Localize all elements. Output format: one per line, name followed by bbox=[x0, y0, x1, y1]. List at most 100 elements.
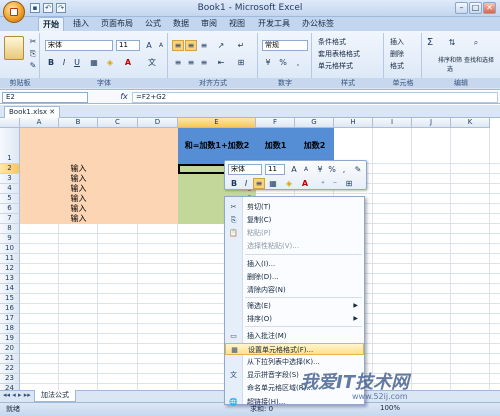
context-menu-item[interactable]: ✂ 剪切(T) bbox=[225, 201, 364, 213]
row-header[interactable]: 16 bbox=[0, 304, 20, 314]
tab-developer[interactable]: 开发工具 bbox=[256, 17, 292, 31]
table-format-button[interactable]: 套用表格格式 bbox=[318, 49, 360, 59]
formula-input[interactable]: =F2+G2 bbox=[132, 92, 498, 103]
align-center-icon[interactable]: ≡ bbox=[185, 57, 197, 68]
row-header[interactable]: 10 bbox=[0, 244, 20, 254]
tab-home[interactable]: 开始 bbox=[38, 17, 64, 31]
conditional-format-button[interactable]: 条件格式 bbox=[318, 37, 346, 47]
context-menu-item[interactable]: ▭ 插入批注(M) bbox=[225, 330, 364, 342]
minimize-button[interactable]: – bbox=[455, 2, 468, 14]
tab-office-tab[interactable]: 办公标签 bbox=[300, 17, 336, 31]
input-cell[interactable]: 输入 bbox=[59, 194, 98, 204]
column-header[interactable]: A bbox=[20, 118, 59, 128]
row-header[interactable]: 1 bbox=[0, 128, 20, 164]
tab-view[interactable]: 视图 bbox=[226, 17, 248, 31]
context-menu-item[interactable]: 从下拉列表中选择(K)... bbox=[225, 356, 364, 368]
context-menu-item[interactable]: ⎘ 复制(C) bbox=[225, 214, 364, 226]
mini-font-color-icon[interactable]: A bbox=[299, 178, 311, 189]
fill-color-icon[interactable]: ◈ bbox=[104, 57, 116, 68]
shrink-font-icon[interactable]: A bbox=[155, 40, 167, 51]
context-menu-item[interactable]: 排序(O) ▶ bbox=[225, 313, 364, 325]
row-header[interactable]: 17 bbox=[0, 314, 20, 324]
context-menu-item[interactable]: 选择性粘贴(V)... bbox=[225, 240, 364, 252]
input-cell[interactable]: 输入 bbox=[59, 174, 98, 184]
close-button[interactable]: ✕ bbox=[483, 2, 496, 14]
office-button[interactable] bbox=[3, 1, 25, 23]
tab-insert[interactable]: 插入 bbox=[70, 17, 92, 31]
format-cells-button[interactable]: 格式 bbox=[390, 61, 404, 71]
column-header[interactable]: K bbox=[451, 118, 490, 128]
find-select-button[interactable]: 查找和选择 bbox=[464, 55, 494, 64]
cell-g1[interactable]: 加数2 bbox=[295, 140, 334, 151]
font-size-select[interactable]: 11 bbox=[116, 40, 140, 51]
column-header[interactable]: H bbox=[334, 118, 373, 128]
maximize-button[interactable]: □ bbox=[469, 2, 482, 14]
row-header[interactable]: 20 bbox=[0, 344, 20, 354]
row-header[interactable]: 12 bbox=[0, 264, 20, 274]
border-icon[interactable]: ▦ bbox=[88, 57, 100, 68]
row-header[interactable]: 9 bbox=[0, 234, 20, 244]
format-painter-icon[interactable]: ✎ bbox=[27, 60, 39, 71]
bold-button[interactable]: B bbox=[45, 57, 57, 68]
row-header[interactable]: 21 bbox=[0, 354, 20, 364]
column-header[interactable]: B bbox=[59, 118, 98, 128]
font-name-select[interactable]: 宋体 bbox=[45, 40, 113, 51]
column-header[interactable]: E bbox=[178, 118, 256, 128]
mini-increase-decimal-icon[interactable]: ⁺ bbox=[317, 178, 329, 189]
percent-button[interactable]: % bbox=[277, 57, 289, 68]
paste-icon[interactable] bbox=[4, 36, 24, 60]
mini-decrease-decimal-icon[interactable]: ⁻ bbox=[329, 178, 341, 189]
indent-icon[interactable]: ⇤ bbox=[215, 57, 227, 68]
close-tab-icon[interactable]: ✕ bbox=[49, 108, 55, 116]
context-menu-item[interactable]: 插入(I)... bbox=[225, 258, 364, 270]
merge-center-icon[interactable]: ⊞ bbox=[235, 57, 247, 68]
row-header[interactable]: 13 bbox=[0, 274, 20, 284]
sort-filter-button[interactable]: 排序和筛选 bbox=[436, 55, 464, 73]
delete-cells-button[interactable]: 删除 bbox=[390, 49, 404, 59]
find-select-icon[interactable]: ⌕ bbox=[470, 37, 482, 48]
cell-e1[interactable]: 和=加数1+加数2 bbox=[178, 140, 256, 151]
mini-fill-color-icon[interactable]: ◈ bbox=[283, 178, 295, 189]
context-menu-item[interactable]: ▦ 设置单元格格式(F)... bbox=[225, 343, 364, 355]
align-top-icon[interactable]: ≡ bbox=[172, 40, 184, 51]
font-color-icon[interactable]: A bbox=[122, 57, 134, 68]
row-header[interactable]: 23 bbox=[0, 374, 20, 384]
context-menu-item[interactable]: 清除内容(N) bbox=[225, 284, 364, 296]
mini-size-select[interactable]: 11 bbox=[265, 164, 285, 175]
autosum-icon[interactable]: Σ bbox=[424, 37, 436, 48]
context-menu-item[interactable]: 筛选(E) ▶ bbox=[225, 300, 364, 312]
input-cell[interactable]: 输入 bbox=[59, 214, 98, 224]
input-cell[interactable]: 输入 bbox=[59, 184, 98, 194]
sheet-nav-icon[interactable]: ◂◂ ◂ ▸ ▸▸ bbox=[3, 391, 31, 399]
comma-icon[interactable]: , bbox=[292, 57, 304, 68]
underline-button[interactable]: U bbox=[71, 57, 83, 68]
input-cell[interactable]: 输入 bbox=[59, 164, 98, 174]
align-right-icon[interactable]: ≡ bbox=[198, 57, 210, 68]
mini-merge-icon[interactable]: ⊞ bbox=[343, 178, 355, 189]
mini-center-icon[interactable]: ≡ bbox=[253, 178, 265, 189]
mini-comma-icon[interactable]: , bbox=[338, 164, 350, 175]
mini-bold-button[interactable]: B bbox=[228, 178, 240, 189]
mini-currency-icon[interactable]: ¥ bbox=[314, 164, 326, 175]
tab-review[interactable]: 审阅 bbox=[198, 17, 220, 31]
cut-icon[interactable]: ✂ bbox=[27, 36, 39, 47]
tab-page-layout[interactable]: 页面布局 bbox=[96, 17, 138, 31]
row-header[interactable]: 22 bbox=[0, 364, 20, 374]
copy-icon[interactable]: ⎘ bbox=[27, 48, 39, 59]
context-menu-item[interactable]: 📋 粘贴(P) bbox=[225, 227, 364, 239]
row-header[interactable]: 15 bbox=[0, 294, 20, 304]
column-header[interactable]: D bbox=[138, 118, 178, 128]
row-header[interactable]: 18 bbox=[0, 324, 20, 334]
mini-percent-icon[interactable]: % bbox=[326, 164, 338, 175]
row-header[interactable]: 8 bbox=[0, 224, 20, 234]
mini-italic-button[interactable]: I bbox=[240, 178, 252, 189]
column-header[interactable]: G bbox=[295, 118, 334, 128]
row-header[interactable]: 19 bbox=[0, 334, 20, 344]
column-header[interactable]: I bbox=[373, 118, 412, 128]
insert-cells-button[interactable]: 插入 bbox=[390, 37, 404, 47]
input-cell[interactable]: 输入 bbox=[59, 204, 98, 214]
currency-icon[interactable]: ¥ bbox=[262, 57, 274, 68]
column-header[interactable]: J bbox=[412, 118, 451, 128]
zoom-level[interactable]: 100% bbox=[380, 404, 400, 412]
wrap-text-icon[interactable]: ↵ bbox=[235, 40, 247, 51]
